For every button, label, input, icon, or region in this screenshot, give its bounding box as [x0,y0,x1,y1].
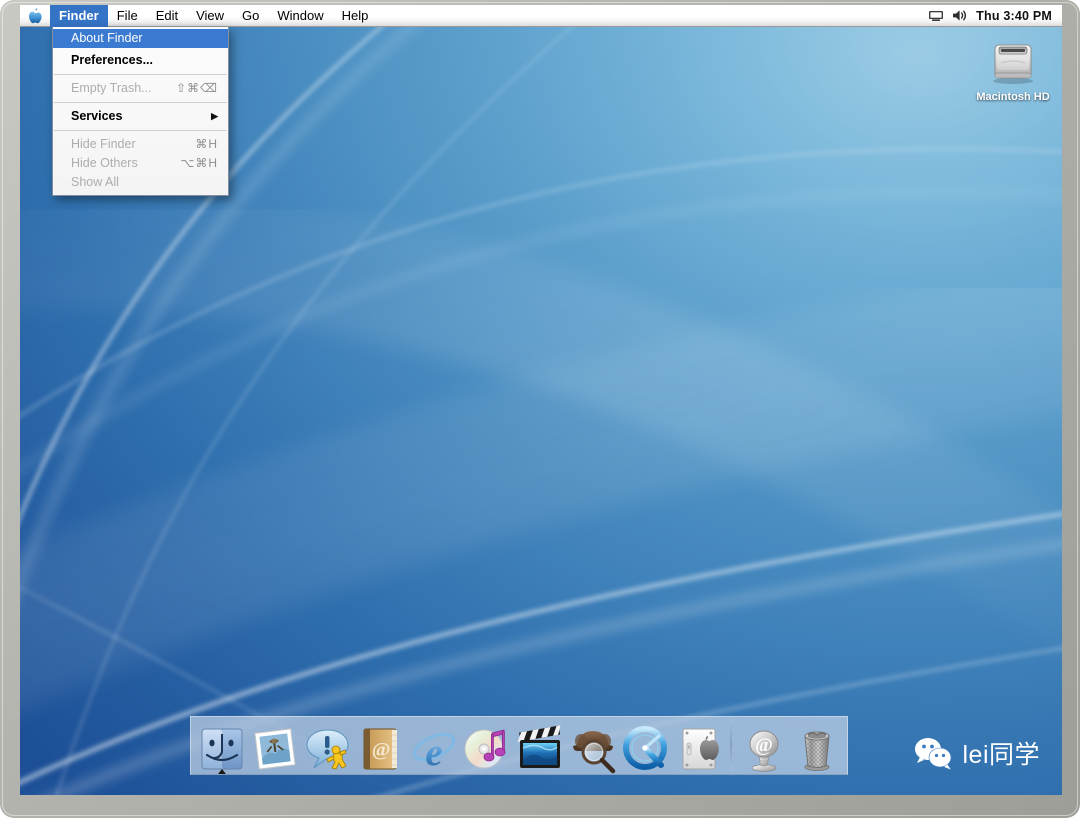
menu-item-hide-others: Hide Others ⌥⌘H [53,154,228,173]
hard-drive-icon [987,39,1039,85]
imovie-icon [515,724,565,774]
menu-item-hide-finder: Hide Finder ⌘H [53,135,228,154]
dock-item-quicktime[interactable] [619,717,672,774]
ichat-icon [303,724,353,774]
menu-item-shortcut: ⇧⌘⌫ [176,79,218,98]
apple-menu-button[interactable] [20,5,50,27]
dock-item-address-book[interactable]: @ [354,717,407,774]
menu-item-show-all: Show All [53,173,228,192]
watermark-text: lei同学 [962,735,1040,771]
menu-separator [54,130,227,131]
dock-separator [730,719,732,771]
mail-stamp-icon [250,724,300,774]
dock-item-imovie[interactable] [513,717,566,774]
menu-item-shortcut: ⌥⌘H [181,154,219,173]
menu-help[interactable]: Help [333,5,378,27]
dock-item-mac-com[interactable]: @ [737,717,790,774]
menu-item-label: Empty Trash... [71,79,162,98]
menu-finder[interactable]: Finder [50,5,108,27]
itunes-icon [462,724,512,774]
volume-speaker-icon[interactable] [952,9,968,22]
dock-item-sherlock[interactable] [566,717,619,774]
menu-window[interactable]: Window [268,5,332,27]
finder-application-menu[interactable]: About Finder Preferences... Empty Trash.… [52,27,229,196]
wechat-watermark: lei同学 [913,735,1040,771]
trash-icon [792,724,842,774]
menu-item-label: About Finder [71,29,218,48]
menu-file[interactable]: File [108,5,147,27]
svg-text:@: @ [371,739,390,761]
dock-item-trash[interactable] [790,717,843,774]
svg-text:e: e [425,731,442,774]
quicktime-icon [621,724,671,774]
dock-item-ichat[interactable] [301,717,354,774]
menu-item-label: Preferences... [71,51,218,70]
apple-logo-icon [28,7,43,24]
menu-item-services[interactable]: Services ▶ [53,107,228,126]
menu-separator [54,74,227,75]
menu-item-label: Hide Finder [71,135,181,154]
dock-running-indicator [218,769,226,774]
menu-item-empty-trash: Empty Trash... ⇧⌘⌫ [53,79,228,98]
display-icon[interactable] [928,10,944,22]
at-sign-icon: @ [739,724,789,774]
finder-icon [197,724,247,774]
dock-item-internet-explorer[interactable]: e [407,717,460,774]
sherlock-icon [568,724,618,774]
svg-text:@: @ [755,735,773,756]
dock-item-itunes[interactable] [460,717,513,774]
menu-bar[interactable]: Finder File Edit View Go Window Help T [20,5,1062,27]
address-book-icon: @ [356,724,406,774]
window-bezel: Macintosh HD [0,0,1080,818]
desktop-icon-macintosh-hd[interactable]: Macintosh HD [958,39,1062,105]
dock-item-system-preferences[interactable] [672,717,725,774]
menu-view[interactable]: View [187,5,233,27]
menu-edit[interactable]: Edit [147,5,187,27]
menu-item-label: Services [71,107,201,126]
menu-item-shortcut: ⌘H [195,135,218,154]
internet-explorer-icon: e [409,724,459,774]
menu-separator [54,102,227,103]
submenu-arrow-icon: ▶ [211,107,218,126]
desktop-icon-label: Macintosh HD [973,91,1052,104]
dock-item-finder[interactable] [195,717,248,774]
menu-item-label: Show All [71,173,218,192]
system-preferences-icon [674,724,724,774]
menu-item-label: Hide Others [71,154,167,173]
menu-item-preferences[interactable]: Preferences... [53,51,228,70]
desktop-screen: Macintosh HD [20,5,1062,795]
menu-bar-status-area[interactable]: Thu 3:40 PM [928,9,1062,23]
dock-item-mail[interactable] [248,717,301,774]
wechat-logo-icon [913,736,953,770]
menu-bar-clock[interactable]: Thu 3:40 PM [976,9,1052,23]
menu-item-about-finder[interactable]: About Finder [53,29,228,48]
menu-go[interactable]: Go [233,5,268,27]
dock[interactable]: @ e [190,716,848,775]
